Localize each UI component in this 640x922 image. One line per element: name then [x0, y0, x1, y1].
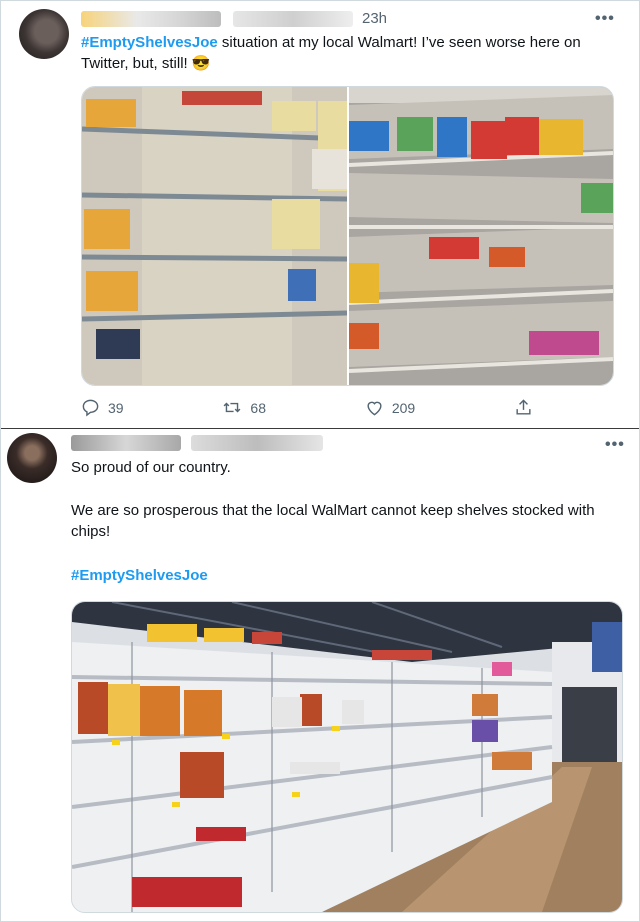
tweet[interactable]: ••• So proud of our country. We are so p… [1, 429, 639, 921]
handle-blurred [191, 435, 323, 451]
like-button[interactable]: 209 [365, 398, 415, 417]
timeline: 23h ••• #EmptyShelvesJoe situation at my… [0, 0, 640, 922]
more-icon[interactable]: ••• [595, 10, 615, 28]
share-icon [516, 399, 531, 415]
retweet-button[interactable]: 68 [222, 398, 266, 417]
photo-empty-shelves-right[interactable] [349, 87, 613, 385]
like-icon [367, 401, 382, 416]
photo-empty-shelves-left[interactable] [82, 87, 347, 385]
handle-blurred [233, 11, 353, 27]
more-icon[interactable]: ••• [605, 436, 625, 454]
hashtag-link[interactable]: #EmptyShelvesJoe [71, 565, 208, 586]
tweet-text-line1: So proud of our country. [71, 459, 231, 476]
tweet-text-line2: We are so prosperous that the local WalM… [71, 502, 595, 540]
tweet-actions: 39 68 209 [81, 398, 541, 417]
retweet-count: 68 [250, 399, 266, 416]
reply-count: 39 [108, 399, 124, 416]
reply-button[interactable]: 39 [81, 398, 124, 417]
tweet-text: #EmptyShelvesJoe situation at my local W… [81, 32, 621, 74]
display-name-blurred[interactable] [81, 11, 221, 27]
like-count: 209 [391, 399, 416, 416]
tweet-timestamp[interactable]: 23h [362, 10, 387, 27]
hashtag-link[interactable]: #EmptyShelvesJoe [81, 34, 218, 51]
display-name-blurred[interactable] [71, 435, 181, 451]
avatar[interactable] [19, 9, 69, 59]
avatar[interactable] [7, 433, 57, 483]
retweet-icon [223, 402, 241, 413]
tweet-media[interactable] [71, 601, 623, 913]
tweet[interactable]: 23h ••• #EmptyShelvesJoe situation at my… [1, 1, 639, 429]
share-button[interactable] [514, 398, 541, 417]
reply-icon [82, 399, 99, 417]
tweet-media[interactable] [81, 86, 614, 386]
photo-chip-aisle[interactable] [72, 602, 622, 912]
